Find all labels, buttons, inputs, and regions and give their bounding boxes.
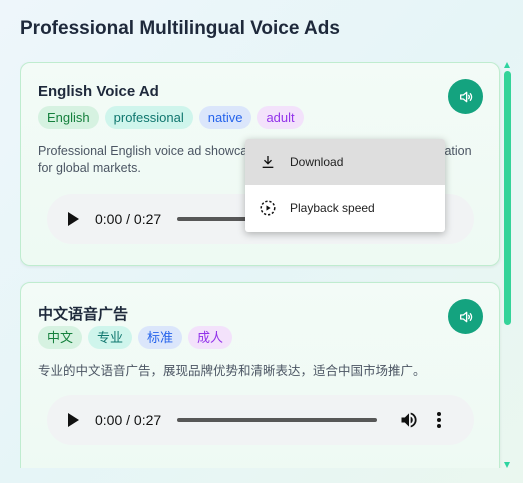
menu-item-playback-speed[interactable]: Playback speed [245,185,445,231]
audio-time: 0:00 / 0:27 [95,412,162,428]
volume-icon [401,412,417,428]
more-vertical-icon [437,412,442,428]
scroll-thumb[interactable] [504,71,511,325]
scrollbar[interactable] [503,62,512,468]
playback-speed-icon [259,199,277,217]
ad-description: 专业的中文语音广告，展现品牌优势和清晰表达，适合中国市场推广。 [38,364,426,378]
menu-item-label: Playback speed [290,201,375,215]
speaker-button[interactable] [448,299,483,334]
tag-list: 中文 专业 标准 成人 [38,326,233,349]
more-options-button[interactable] [433,410,445,430]
tag-language: English [38,106,99,129]
volume-button[interactable] [399,410,419,430]
download-icon [259,153,277,171]
ad-card-chinese: 中文语音广告 中文 专业 标准 成人 专业的中文语音广告，展现品牌优势和清晰表达… [20,282,500,468]
ads-list[interactable]: English Voice Ad English professional na… [20,62,503,468]
play-icon [68,413,79,427]
ad-title: 中文语音广告 [38,306,129,323]
tag-accent: native [198,106,252,129]
tag-style: professional [104,106,193,129]
tag-style: 专业 [88,326,133,349]
scroll-up-arrow[interactable] [504,62,510,68]
menu-item-download[interactable]: Download [245,139,445,185]
ad-title: English Voice Ad [38,83,159,100]
tag-list: English professional native adult [38,106,304,129]
play-button[interactable] [67,212,81,226]
audio-player: 0:00 / 0:27 [47,395,474,445]
audio-options-menu: Download Playback speed [245,139,445,232]
menu-item-label: Download [290,155,344,169]
play-button[interactable] [67,413,81,427]
play-icon [68,212,79,226]
tag-accent: 标准 [138,326,183,349]
scroll-down-arrow[interactable] [504,462,510,468]
audio-time: 0:00 / 0:27 [95,211,162,227]
tag-language: 中文 [38,326,83,349]
speaker-icon [459,91,472,102]
tag-age: adult [257,106,304,129]
audio-progress-bar[interactable] [177,418,378,422]
speaker-button[interactable] [448,79,483,114]
page-title: Professional Multilingual Voice Ads [20,18,340,39]
tag-age: 成人 [188,326,233,349]
speaker-icon [459,311,472,322]
